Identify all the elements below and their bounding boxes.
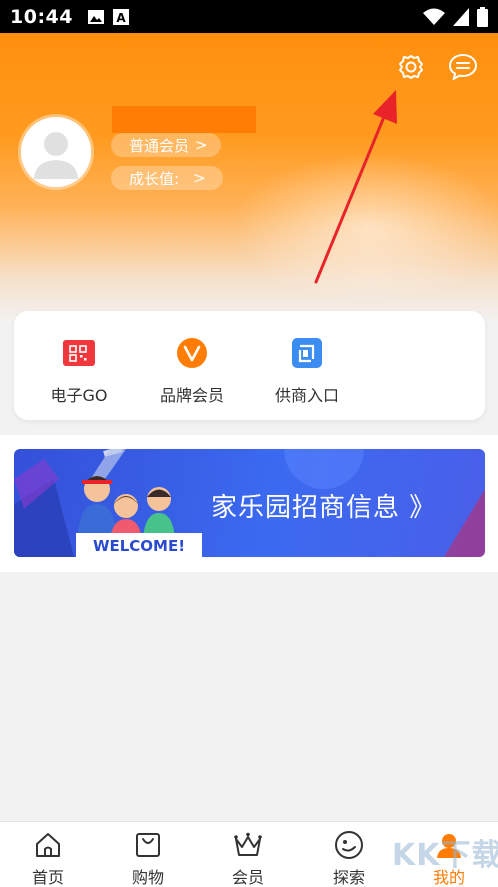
crown-icon [234,832,262,856]
member-level-button[interactable]: 普通会员 > [111,133,221,157]
settings-button[interactable] [394,50,428,84]
profile-icon [437,834,461,858]
nav-shopping[interactable]: 购物 [108,822,188,887]
shopping-bag-icon [136,833,160,857]
nav-label: 会员 [231,868,264,887]
app-screen: 10:44 A 普通会员 > 成长值: > 电子GO 品牌会员 供商入口 WEL… [0,0,498,887]
image-notification-icon [87,9,104,24]
welcome-label: WELCOME! [76,533,202,557]
shortcut-brand-member[interactable]: 品牌会员 [137,311,247,420]
supplier-entry-icon [292,338,322,368]
banner-title: 家乐园招商信息 》 [211,493,437,523]
shortcut-electronic-go[interactable]: 电子GO [24,311,134,420]
svg-text:A: A [116,11,126,25]
battery-icon [477,6,488,27]
message-button[interactable] [446,50,480,84]
gear-icon [399,55,423,79]
bottom-nav: 首页 购物 会员 探索 我的 [0,821,498,887]
nav-home[interactable]: 首页 [8,822,88,887]
status-bar: 10:44 A [0,0,498,33]
chevron-right-icon: > [195,136,208,154]
shortcut-label: 供商入口 [274,386,339,405]
shortcut-card: 电子GO 品牌会员 供商入口 [14,311,485,420]
nav-label: 购物 [131,868,164,887]
chevron-right-icon: > [193,169,206,187]
shortcut-label: 电子GO [50,386,108,405]
status-time: 10:44 [10,5,73,28]
signal-icon [453,7,469,26]
default-avatar-icon [21,117,91,187]
shortcut-supplier-entry[interactable]: 供商入口 [252,311,362,420]
nav-mine[interactable]: 我的 [409,822,489,887]
v-badge-icon [177,338,207,368]
growth-value-label: 成长值: [129,169,180,188]
shortcut-label: 品牌会员 [159,386,224,405]
username-redacted [112,106,256,133]
nav-explore[interactable]: 探索 [309,822,389,887]
chat-bubble-icon [449,54,477,80]
member-level-label: 普通会员 [129,136,190,155]
explore-icon [335,831,363,859]
nav-label: 首页 [31,868,64,887]
banner-section: WELCOME! 家乐园招商信息 》 [0,435,498,572]
nav-member[interactable]: 会员 [208,822,288,887]
wifi-icon [423,8,445,25]
nav-label: 我的 [432,868,465,887]
qr-code-icon [63,340,95,366]
promo-banner[interactable]: WELCOME! 家乐园招商信息 》 [14,449,485,557]
app-notification-icon: A [112,8,129,25]
home-icon [36,833,60,857]
nav-label: 探索 [332,868,365,887]
growth-value-button[interactable]: 成长值: > [111,166,223,190]
avatar[interactable] [21,117,91,187]
